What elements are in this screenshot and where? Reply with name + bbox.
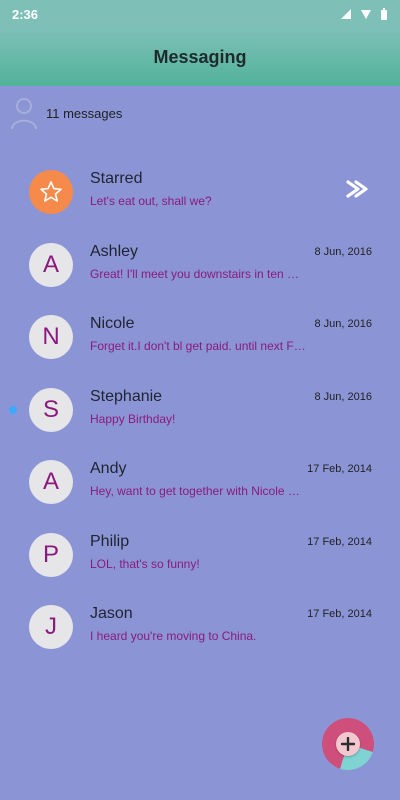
conversation-snippet: Hey, want to get together with Nicole … [90,484,300,498]
status-bar: 2:36 [0,0,400,28]
conversation-row[interactable]: P Philip 17 Feb, 2014 LOL, that's so fun… [0,519,400,592]
conversation-snippet: Let's eat out, shall we? [90,194,212,208]
conversation-date: 17 Feb, 2014 [307,608,372,620]
wifi-icon [361,10,371,19]
plus-icon [336,732,360,756]
conversation-snippet: Forget it.I don't bl get paid. until nex… [90,339,306,353]
signal-icon [341,9,351,19]
avatar: S [29,387,73,432]
status-icons [340,8,388,20]
person-icon [8,95,40,131]
conversation-date: 8 Jun, 2016 [314,318,373,330]
new-message-button[interactable] [322,718,374,770]
app-bar: Messaging [0,28,400,86]
conversation-snippet: Great! I'll meet you downstairs in ten … [90,266,300,281]
status-time: 2:36 [12,6,39,22]
conversation-row[interactable]: N Nicole 8 Jun, 2016 Forget it.I don't b… [0,301,400,374]
conversation-snippet: Happy Birthday! [90,411,176,426]
avatar: A [29,460,73,505]
star-icon [29,170,73,215]
conversation-row[interactable]: A Andy 17 Feb, 2014 Hey, want to get tog… [0,446,400,519]
message-count: 11 messages [46,105,123,121]
conversation-name: Starred [90,170,143,187]
conversation-date: 17 Feb, 2014 [307,535,372,548]
conversation-list: Starred Let's eat out, shall we? A Ashle… [0,156,400,664]
avatar: A [29,242,73,287]
conversation-snippet: LOL, that's so funny! [90,556,200,571]
battery-icon [381,8,387,20]
chevron-right-icon[interactable] [346,178,370,200]
avatar: N [29,315,73,360]
conversation-row-starred[interactable]: Starred Let's eat out, shall we? [0,156,400,229]
avatar: P [29,532,73,577]
page-title: Messaging [153,46,247,67]
avatar: J [29,605,73,650]
conversation-row[interactable]: A Ashley 8 Jun, 2016 Great! I'll meet yo… [0,229,400,302]
conversation-date: 8 Jun, 2016 [314,390,373,403]
conversation-date: 8 Jun, 2016 [314,245,373,258]
conversation-date: 17 Feb, 2014 [307,463,372,475]
conversation-snippet: I heard you're moving to China. [90,629,257,643]
conversation-row[interactable]: S Stephanie 8 Jun, 2016 Happy Birthday! [0,374,400,447]
message-summary: 11 messages [0,86,400,140]
conversation-row[interactable]: J Jason 17 Feb, 2014 I heard you're movi… [0,591,400,664]
unread-indicator [9,405,17,414]
